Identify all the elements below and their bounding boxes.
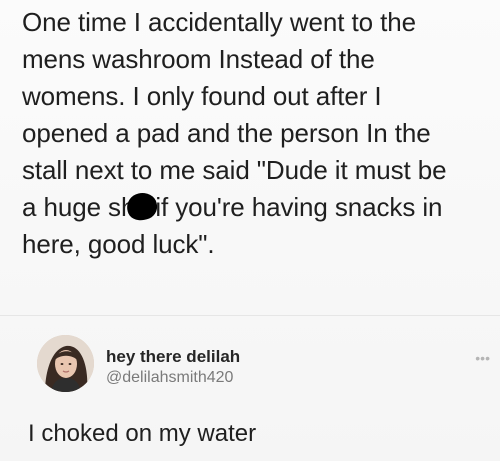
- screenshot-frame: One time I accidentally went to the mens…: [0, 0, 500, 461]
- post-text: One time I accidentally went to the mens…: [22, 4, 492, 263]
- comment: hey there delilah @delilahsmith420 ••• I…: [20, 330, 500, 450]
- post-line-6-start: a huge sh: [22, 192, 136, 222]
- comment-user: hey there delilah @delilahsmith420: [106, 347, 240, 389]
- comment-text: I choked on my water: [28, 420, 257, 447]
- post-line-6: a huge sh if you're having snacks in: [22, 189, 492, 226]
- display-name[interactable]: hey there delilah: [106, 347, 240, 367]
- divider: [0, 315, 500, 316]
- post-line-7: here, good luck".: [22, 229, 215, 259]
- post-line-2: mens washroom Instead of the: [22, 44, 375, 74]
- more-options-icon[interactable]: •••: [475, 350, 490, 366]
- avatar[interactable]: [37, 335, 94, 392]
- post-line-6-end: if you're having snacks in: [155, 192, 443, 222]
- user-handle[interactable]: @delilahsmith420: [106, 367, 240, 389]
- post-line-4: opened a pad and the person In the: [22, 118, 431, 148]
- post-line-1: One time I accidentally went to the: [22, 7, 416, 37]
- post-line-3: womens. I only found out after I: [22, 81, 382, 111]
- post-line-5: stall next to me said "Dude it must be: [22, 155, 447, 185]
- profile-photo-icon: [37, 335, 94, 392]
